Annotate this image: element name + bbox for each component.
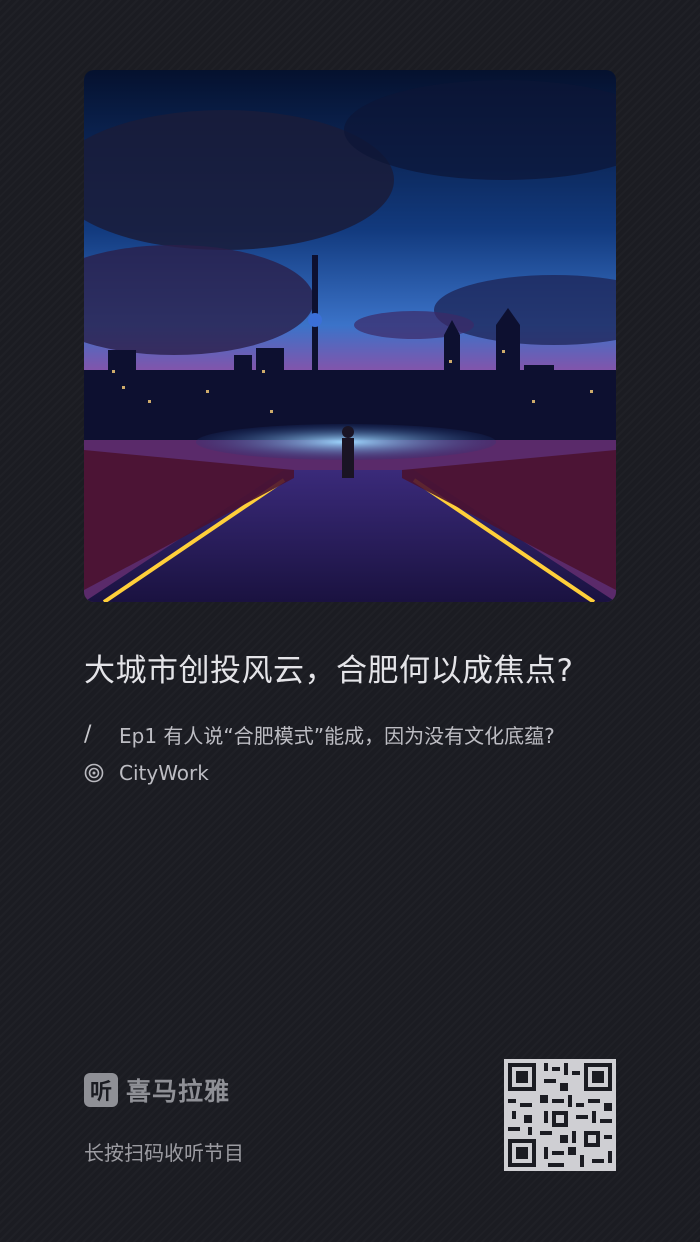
channel-name: CityWork bbox=[119, 761, 209, 785]
episode-row[interactable]: / Ep1 有人说“合肥模式”能成，因为没有文化底蕴? bbox=[84, 720, 555, 749]
listen-logo-icon: 听 bbox=[84, 1073, 118, 1107]
channel-row[interactable]: CityWork bbox=[84, 761, 209, 785]
cover-art bbox=[84, 70, 616, 602]
podcast-title: 大城市创投风云，合肥何以成焦点? bbox=[84, 653, 574, 689]
qr-code[interactable] bbox=[504, 1059, 616, 1171]
vinyl-record-icon bbox=[84, 763, 119, 783]
episode-title: Ep1 有人说“合肥模式”能成，因为没有文化底蕴? bbox=[119, 724, 555, 748]
episode-marker: / bbox=[84, 722, 92, 747]
brand-name: 喜马拉雅 bbox=[126, 1077, 231, 1106]
scan-hint: 长按扫码收听节目 bbox=[84, 1141, 244, 1165]
ximalaya-logo: 听 喜马拉雅 bbox=[84, 1072, 230, 1108]
